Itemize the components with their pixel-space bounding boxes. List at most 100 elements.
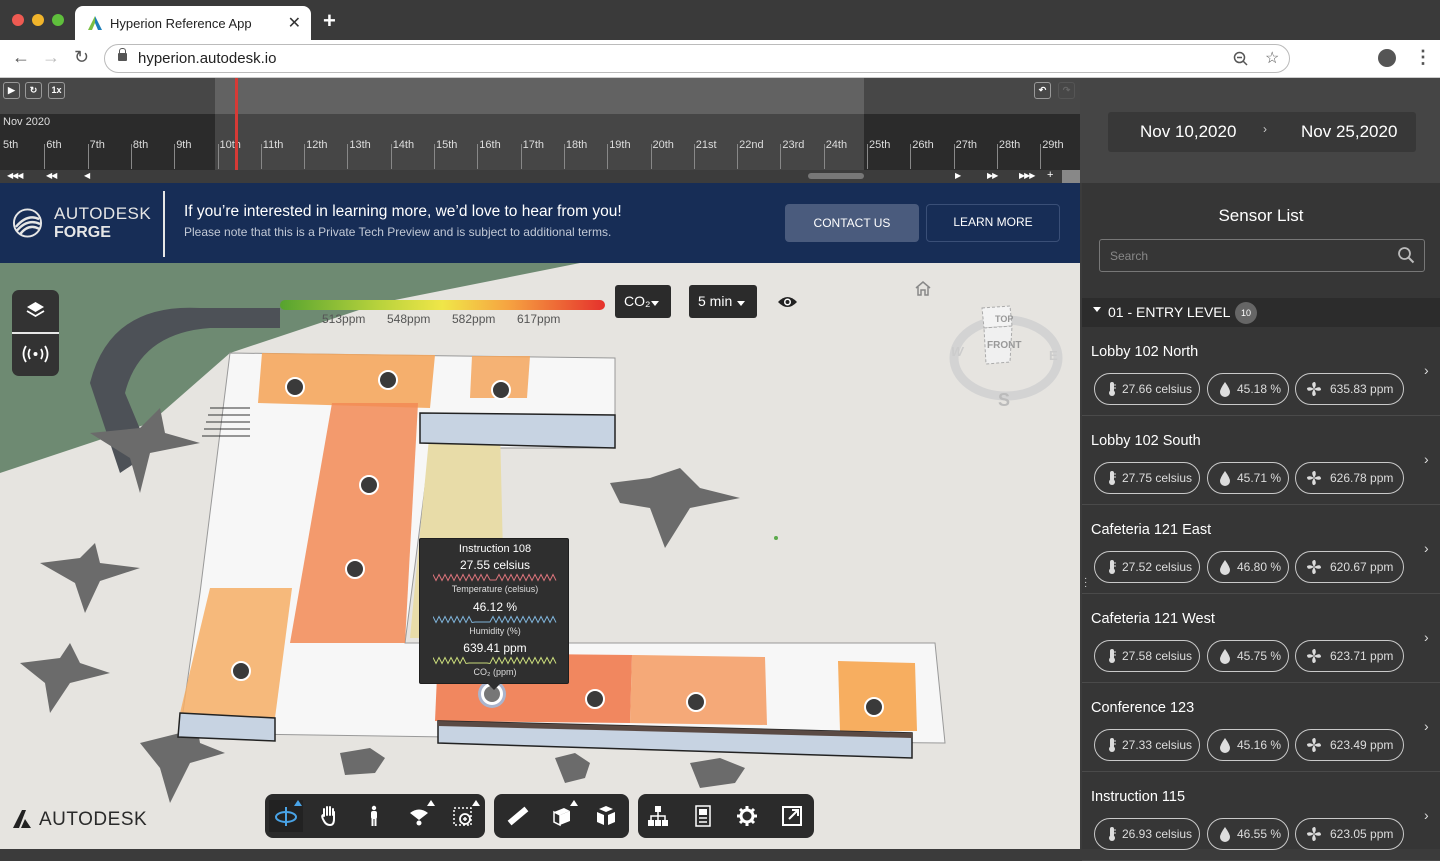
date-end[interactable]: Nov 25,2020 <box>1301 122 1397 142</box>
3d-viewer[interactable]: 513ppm 548ppm 582ppm 617ppm CO₂ 5 min TO… <box>0 263 1080 849</box>
sensor-marker[interactable] <box>864 697 884 717</box>
timeline-day-label[interactable]: 24th <box>826 139 847 151</box>
learn-more-button[interactable]: LEARN MORE <box>926 204 1060 242</box>
camera-button[interactable] <box>402 800 436 832</box>
timeline-day-label[interactable]: 25th <box>869 139 890 151</box>
timeline-day-label[interactable]: 23rd <box>782 139 804 151</box>
timeline-step-forward-button[interactable]: ▶ <box>955 171 961 180</box>
timeline-day-label[interactable]: 27th <box>956 139 977 151</box>
contact-us-button[interactable]: CONTACT US <box>785 204 919 242</box>
timeline-speed-button[interactable]: 1x <box>48 82 65 99</box>
sensor-list-item[interactable]: Lobby 102 South 27.75 celsius 45.71 % 62… <box>1082 417 1440 505</box>
compass-west[interactable]: W <box>951 344 965 359</box>
timeline-day-label[interactable]: 16th <box>479 139 500 151</box>
chevron-right-icon[interactable]: › <box>1424 807 1429 823</box>
timeline-day-label[interactable]: 12th <box>306 139 327 151</box>
pan-button[interactable] <box>312 800 346 832</box>
layers-button[interactable] <box>12 290 59 332</box>
timeline-rewind-fast-button[interactable]: ◀◀◀ <box>7 171 24 180</box>
model-browser-button[interactable] <box>641 800 675 832</box>
section-button[interactable] <box>545 800 579 832</box>
window-minimize-button[interactable] <box>32 14 44 26</box>
timeline-selection[interactable] <box>215 78 864 114</box>
tab-close-icon[interactable]: ✕ <box>288 13 301 33</box>
zoom-out-icon[interactable] <box>1233 51 1249 67</box>
timeline-rewind-button[interactable]: ◀◀ <box>46 171 57 180</box>
timeline-day-label[interactable]: 15th <box>436 139 457 151</box>
fullscreen-button[interactable] <box>775 800 809 832</box>
panel-resize-handle[interactable]: · · · <box>1084 574 1087 592</box>
sensor-list-item[interactable]: Lobby 102 North 27.66 celsius 45.18 % 63… <box>1082 328 1440 416</box>
timeline-day-label[interactable]: 26th <box>912 139 933 151</box>
profile-avatar-icon[interactable] <box>1378 49 1396 67</box>
sensors-button[interactable] <box>12 334 59 376</box>
sensor-marker[interactable] <box>585 689 605 709</box>
new-tab-button[interactable]: + <box>323 8 336 34</box>
timeline-step-back-button[interactable]: ◀ <box>84 171 90 180</box>
timeline-play-button[interactable]: ▶ <box>3 82 20 99</box>
properties-button[interactable] <box>686 800 720 832</box>
timeline[interactable]: ▶ ↻ 1x ↶ ↷ Nov 2020 5th 6th 7th 8th 9th 10th 1… <box>0 78 1080 184</box>
timeline-day-label[interactable]: 17th <box>523 139 544 151</box>
measure-button[interactable] <box>501 800 535 832</box>
timeline-forward-fast-button[interactable]: ▶▶▶ <box>1019 171 1036 180</box>
sensor-marker[interactable] <box>285 377 305 397</box>
timeline-day-label[interactable]: 8th <box>133 139 148 151</box>
timeline-day-label[interactable]: 28th <box>999 139 1020 151</box>
sensor-list-item[interactable]: Instruction 115 26.93 celsius 46.55 % 62… <box>1082 773 1440 861</box>
viewcube-front[interactable]: FRONT <box>987 340 1021 351</box>
sensor-marker[interactable] <box>345 559 365 579</box>
search-icon[interactable] <box>1397 246 1415 264</box>
back-icon[interactable]: ← <box>12 47 30 68</box>
chevron-right-icon[interactable]: › <box>1424 629 1429 645</box>
compass-east[interactable]: E <box>1049 348 1058 363</box>
sensor-marker-small[interactable] <box>774 536 778 540</box>
browser-tab[interactable]: Hyperion Reference App ✕ <box>75 6 311 40</box>
timeline-day-label[interactable]: 14th <box>393 139 414 151</box>
sensor-marker[interactable] <box>378 370 398 390</box>
timeline-day-label[interactable]: 20th <box>653 139 674 151</box>
timeline-undo-button[interactable]: ↶ <box>1034 82 1051 99</box>
timeline-redo-button[interactable]: ↷ <box>1058 82 1075 99</box>
sensor-list-item[interactable]: Conference 123 27.33 celsius 45.16 % 623… <box>1082 684 1440 772</box>
settings-button[interactable] <box>730 800 764 832</box>
timeline-day-label[interactable]: 5th <box>3 139 18 151</box>
timeline-zoom-in-button[interactable]: + <box>1047 169 1054 181</box>
timeline-day-label[interactable]: 22nd <box>739 139 763 151</box>
reload-icon[interactable]: ↻ <box>74 47 89 68</box>
chevron-right-icon[interactable]: › <box>1424 451 1429 467</box>
metric-dropdown[interactable]: CO₂ <box>615 285 671 318</box>
orbit-button[interactable] <box>269 800 303 832</box>
sensor-group-entry-level[interactable]: 01 - ENTRY LEVEL 10 <box>1082 298 1440 327</box>
timeline-day-label[interactable]: 13th <box>349 139 370 151</box>
browser-menu-icon[interactable]: ⋮ <box>1414 47 1432 68</box>
timeline-day-label[interactable]: 6th <box>46 139 61 151</box>
home-icon[interactable] <box>914 280 932 297</box>
timeline-day-label[interactable]: 19th <box>609 139 630 151</box>
sensor-list-item[interactable]: Cafeteria 121 West 27.58 celsius 45.75 %… <box>1082 595 1440 683</box>
timeline-day-label[interactable]: 18th <box>566 139 587 151</box>
timeline-day-label[interactable]: 29th <box>1042 139 1063 151</box>
timeline-day-label[interactable]: 11th <box>263 139 284 151</box>
sensor-marker[interactable] <box>359 475 379 495</box>
forward-icon[interactable]: → <box>42 47 60 68</box>
timeline-loop-button[interactable]: ↻ <box>25 82 42 99</box>
date-start[interactable]: Nov 10,2020 <box>1140 122 1236 142</box>
url-text[interactable]: hyperion.autodesk.io <box>138 50 276 67</box>
explode-button[interactable] <box>589 800 623 832</box>
bookmark-star-icon[interactable]: ☆ <box>1265 48 1279 68</box>
viewcube-top[interactable]: TOP <box>995 314 1013 324</box>
first-person-button[interactable] <box>357 800 391 832</box>
chevron-right-icon[interactable]: › <box>1424 718 1429 734</box>
sensor-marker[interactable] <box>491 380 511 400</box>
sensor-search-input[interactable]: Search <box>1099 239 1425 272</box>
timeline-day-label[interactable]: 21st <box>696 139 717 151</box>
chevron-right-icon[interactable]: › <box>1424 362 1429 378</box>
interval-dropdown[interactable]: 5 min <box>689 285 757 318</box>
sensor-marker[interactable] <box>231 661 251 681</box>
eye-icon[interactable] <box>777 295 798 309</box>
timeline-scrollbar[interactable] <box>808 173 864 179</box>
address-bar[interactable]: hyperion.autodesk.io ☆ <box>104 44 1290 73</box>
timeline-cursor[interactable] <box>235 78 238 170</box>
window-zoom-button[interactable] <box>52 14 64 26</box>
